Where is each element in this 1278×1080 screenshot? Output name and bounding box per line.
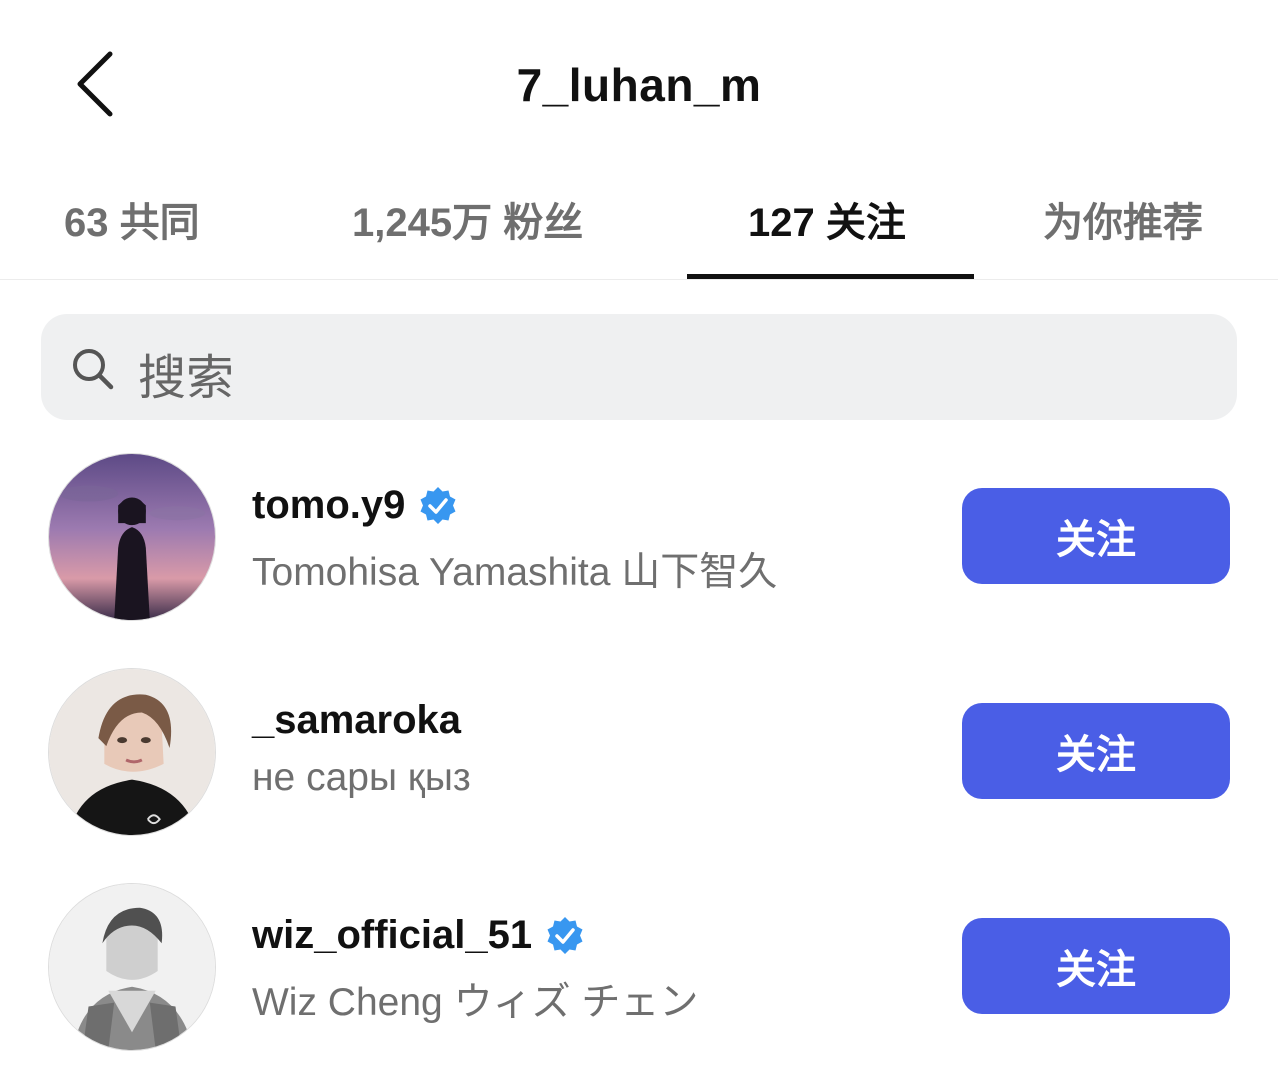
- active-tab-indicator: [687, 274, 974, 279]
- search-placeholder: 搜索: [138, 352, 235, 405]
- tab-mutual[interactable]: 63 共同: [64, 190, 200, 248]
- full-name: Wiz Cheng ウィズ チェン: [252, 981, 699, 1024]
- tab-following[interactable]: 127 关注: [748, 190, 906, 248]
- tab-bar: 63 共同 1,245万 粉丝 127 关注 为你推荐: [0, 170, 1278, 280]
- follow-button[interactable]: 关注: [962, 488, 1230, 584]
- list-item: wiz_official_51 Wiz Cheng ウィズ チェン 关注: [0, 883, 1278, 1053]
- username-line: wiz_official_51: [252, 913, 586, 958]
- avatar[interactable]: [48, 668, 216, 836]
- verified-badge-icon: [420, 486, 456, 524]
- username-line: tomo.y9: [252, 483, 459, 528]
- full-name: Tomohisa Yamashita 山下智久: [252, 551, 778, 594]
- list-item: tomo.y9 Tomohisa Yamashita 山下智久 关注: [0, 453, 1278, 623]
- avatar[interactable]: [48, 883, 216, 1051]
- username[interactable]: tomo.y9: [252, 483, 405, 528]
- username[interactable]: _samaroka: [252, 698, 461, 743]
- full-name: не сары қыз: [252, 756, 471, 799]
- search-icon: [73, 349, 114, 390]
- username-line: _samaroka: [252, 698, 461, 743]
- follow-button[interactable]: 关注: [962, 703, 1230, 799]
- tab-suggested[interactable]: 为你推荐: [1043, 190, 1203, 248]
- top-bar: 7_luhan_m: [0, 0, 1278, 170]
- avatar[interactable]: [48, 453, 216, 621]
- page-title: 7_luhan_m: [516, 59, 762, 111]
- list-item: _samaroka не сары қыз 关注: [0, 668, 1278, 838]
- verified-badge-icon: [547, 916, 583, 954]
- follow-button[interactable]: 关注: [962, 918, 1230, 1014]
- tab-followers[interactable]: 1,245万 粉丝: [352, 190, 583, 248]
- username[interactable]: wiz_official_51: [252, 913, 532, 958]
